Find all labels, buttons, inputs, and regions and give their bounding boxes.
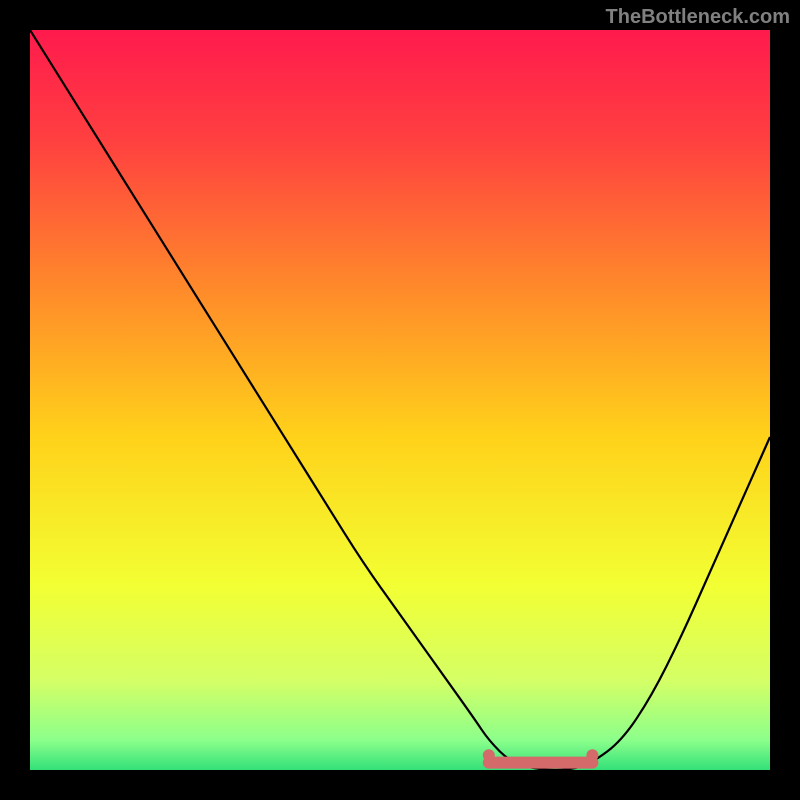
- optimal-end-dot: [586, 749, 598, 761]
- chart-svg: [30, 30, 770, 770]
- gradient-background: [30, 30, 770, 770]
- chart-container: TheBottleneck.com: [0, 0, 800, 800]
- plot-area: [30, 30, 770, 770]
- optimal-start-dot: [483, 749, 495, 761]
- watermark-text: TheBottleneck.com: [606, 6, 790, 29]
